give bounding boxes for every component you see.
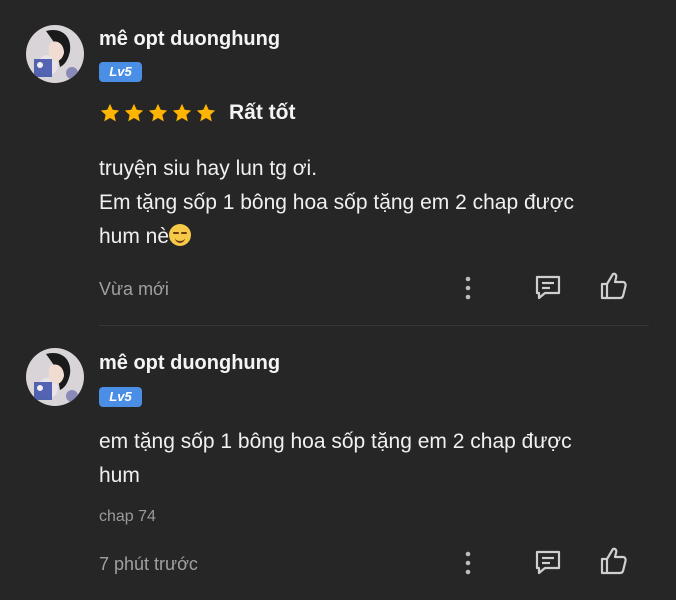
avatar[interactable]	[26, 348, 84, 406]
comment-item: mê opt duonghung Lv5 em tặng sốp 1 bông …	[0, 0, 676, 600]
level-badge: Lv5	[99, 387, 142, 407]
comment-line: em tặng sốp 1 bông hoa sốp tặng em 2 cha…	[99, 430, 572, 453]
reply-comment-icon[interactable]	[533, 547, 563, 577]
comment-line: hum	[99, 464, 140, 487]
more-vertical-icon[interactable]	[460, 550, 476, 576]
comment-text: em tặng sốp 1 bông hoa sốp tặng em 2 cha…	[99, 425, 639, 493]
like-thumb-icon[interactable]	[598, 545, 628, 577]
avatar-image	[26, 348, 84, 406]
username[interactable]: mê opt duonghung	[99, 352, 280, 375]
chapter-link[interactable]: chap 74	[99, 508, 156, 526]
timestamp: 7 phút trước	[99, 554, 198, 574]
